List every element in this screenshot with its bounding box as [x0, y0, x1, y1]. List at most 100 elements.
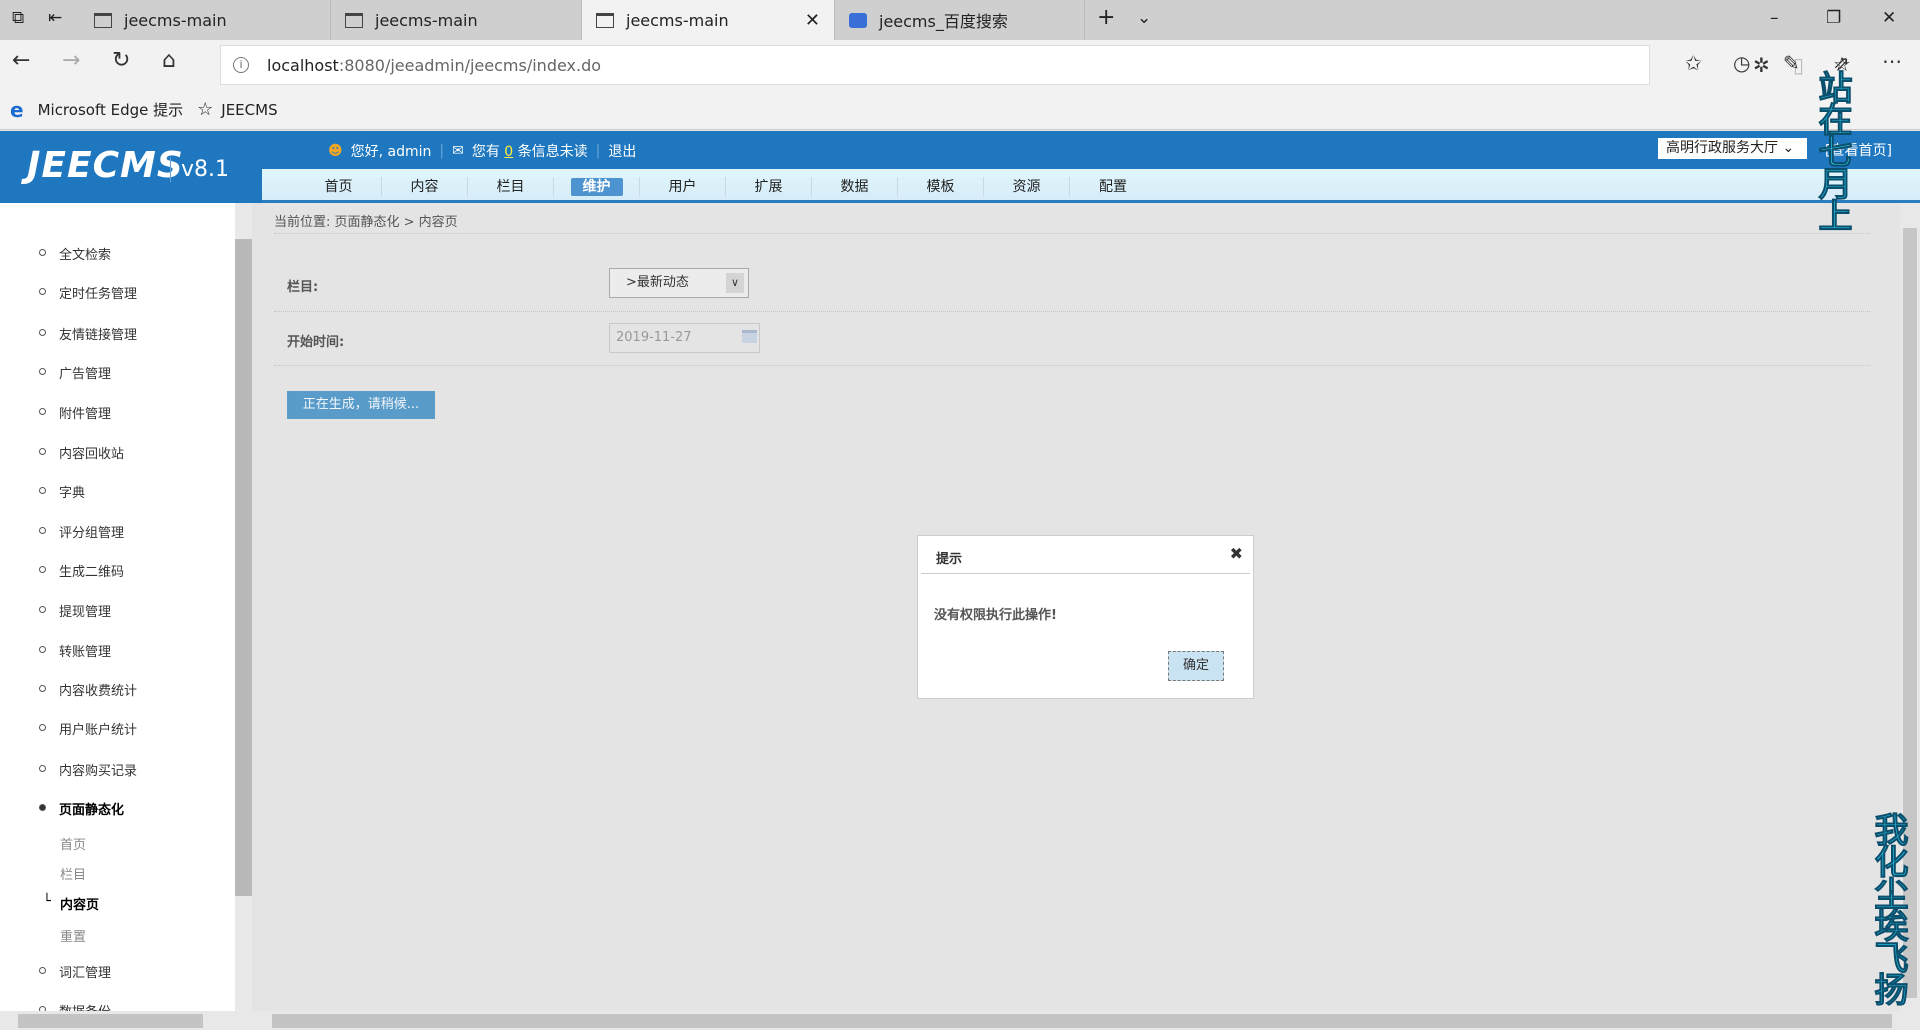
site-select[interactable]: 高明行政服务大厅 ⌄ [1658, 138, 1807, 159]
sidebar-subitem[interactable]: 栏目 [60, 864, 86, 883]
mail-icon: ✉ [452, 143, 464, 159]
start-time-input[interactable]: 2019-11-27 [609, 323, 760, 353]
sidebar-item-label: 生成二维码 [59, 565, 125, 580]
nav-data[interactable]: 数据 [812, 177, 898, 197]
bullet-icon [39, 606, 46, 613]
sidebar-item-label: 内容收费统计 [59, 684, 138, 699]
sidebar-item[interactable]: 数据备份 [39, 1001, 111, 1011]
sidebar-item[interactable]: 字典 [39, 482, 86, 501]
edge-icon: e [10, 97, 24, 122]
restore-icon[interactable]: ❐ [1826, 8, 1841, 28]
nav-maintain[interactable]: 维护 [554, 177, 640, 197]
horizontal-scrollbar[interactable] [0, 1011, 1920, 1030]
msg-suffix: 条信息未读 [517, 144, 588, 160]
sidebar-item[interactable]: 转账管理 [39, 641, 111, 660]
channel-select[interactable]: >最新动态 ∨ [609, 268, 749, 298]
sidebar: 全文检索定时任务管理 友情链接管理广告管理附件管理内容回收站字典评分组管理生成二维… [0, 203, 235, 1011]
sidebar-item[interactable]: 生成二维码 [39, 561, 125, 580]
nav-template[interactable]: 模板 [898, 177, 984, 197]
nav-resource[interactable]: 资源 [984, 177, 1070, 197]
browser-tab[interactable]: jeecms-main [331, 0, 582, 40]
favorite-item[interactable]: Microsoft Edge 提示 [38, 99, 184, 120]
favorites-icon[interactable]: ✩ [1685, 51, 1702, 75]
site-select-value: 高明行政服务大厅 [1666, 140, 1778, 156]
sidebar-item-label: 评分组管理 [59, 526, 125, 541]
browser-tab-bar: ⧉ ⇤ jeecms-main jeecms-main jeecms-main ✕… [0, 0, 1920, 40]
channel-label: 栏目: [287, 280, 319, 295]
bullet-icon [39, 527, 46, 534]
alert-dialog: 提示 ✖ 没有权限执行此操作! 确定 [917, 535, 1254, 699]
sidebar-item[interactable]: 评分组管理 [39, 522, 125, 541]
message-notice[interactable]: 您有 0 条信息未读 [472, 141, 588, 161]
forward-icon[interactable]: → [62, 48, 80, 73]
back-icon[interactable]: ← [12, 48, 30, 73]
desktop-lyric-overlay: 我化尘埃飞扬 [1868, 812, 1909, 1005]
browser-tab[interactable]: jeecms_百度搜索 [835, 0, 1085, 40]
user-icon: ☻ [328, 143, 343, 159]
browser-tab[interactable]: jeecms-main [80, 0, 331, 40]
new-tab-icon[interactable]: + [1097, 5, 1115, 30]
sidebar-item[interactable]: 词汇管理 [39, 962, 111, 981]
minimize-icon[interactable]: – [1770, 8, 1779, 28]
close-icon[interactable]: ✖ [1230, 544, 1243, 563]
sidebar-scrollbar[interactable] [235, 203, 252, 1011]
nav-home[interactable]: 首页 [296, 177, 382, 197]
calendar-icon[interactable] [742, 330, 757, 343]
version-label: v8.1 [170, 157, 229, 182]
sidebar-item-label: 字典 [59, 486, 86, 501]
sidebar-item-label: 附件管理 [59, 407, 112, 422]
bullet-icon [39, 408, 46, 415]
sidebar-item[interactable]: 页面静态化 [39, 799, 124, 818]
set-aside-tabs-icon[interactable]: ⇤ [48, 8, 62, 28]
sidebar-item[interactable]: 全文检索 [39, 244, 112, 263]
history-icon[interactable]: ◷ [1733, 51, 1750, 75]
url-path: :8080/jeeadmin/jeecms/index.do [338, 55, 602, 75]
bullet-icon [39, 288, 46, 295]
extension-icon[interactable]: ✲ [1753, 53, 1770, 77]
more-icon[interactable]: ⋯ [1882, 49, 1902, 73]
star-icon: ☆ [197, 99, 214, 120]
bullet-icon [39, 646, 46, 653]
cms-header: JEECMS v8.1 ☻ 您好, admin | ✉ 您有 0 条信息未读 |… [0, 131, 1920, 203]
pen-icon[interactable]: ✎ [1783, 51, 1800, 75]
sidebar-item[interactable]: 内容购买记录 [39, 760, 138, 779]
sidebar-item-label: 广告管理 [59, 367, 112, 382]
browser-tab-active[interactable]: jeecms-main ✕ [582, 0, 835, 40]
sidebar-item[interactable]: 广告管理 [39, 363, 112, 382]
sidebar-item[interactable]: 用户账户统计 [39, 719, 137, 738]
ok-button[interactable]: 确定 [1168, 651, 1224, 681]
sidebar-subitem[interactable]: 首页 [60, 834, 86, 853]
tab-list-chevron-icon[interactable]: ⌄ [1137, 8, 1151, 28]
sidebar-item[interactable]: 定时任务管理 [39, 283, 137, 302]
refresh-icon[interactable]: ↻ [112, 48, 130, 73]
sidebar-subitem[interactable]: 重置 [60, 926, 86, 945]
nav-extend[interactable]: 扩展 [726, 177, 812, 197]
tree-branch-icon: └ [43, 894, 51, 909]
sidebar-item[interactable]: 友情链接管理 [39, 324, 137, 343]
main-nav: 首页 内容 栏目 维护 用户 扩展 数据 模板 资源 配置 [262, 169, 1920, 203]
address-bar[interactable]: i localhost:8080/jeeadmin/jeecms/index.d… [220, 45, 1851, 85]
generate-button[interactable]: 正在生成，请稍候... [287, 391, 435, 419]
nav-config[interactable]: 配置 [1070, 177, 1156, 197]
sidebar-item[interactable]: 附件管理 [39, 403, 112, 422]
sidebar-item[interactable]: 内容回收站 [39, 443, 124, 462]
logout-link[interactable]: 退出 [608, 141, 636, 161]
close-window-icon[interactable]: ✕ [1882, 8, 1896, 28]
nav-channel[interactable]: 栏目 [468, 177, 554, 197]
sidebar-subitem[interactable]: └ 内容页 [43, 894, 99, 913]
tab-actions-icon[interactable]: ⧉ [12, 8, 24, 28]
close-tab-icon[interactable]: ✕ [805, 10, 820, 31]
msg-count[interactable]: 0 [504, 144, 513, 160]
sidebar-item-label: 全文检索 [59, 248, 112, 263]
sidebar-item[interactable]: 内容收费统计 [39, 680, 138, 699]
home-icon[interactable]: ⌂ [162, 48, 176, 73]
sidebar-item[interactable]: 提现管理 [39, 601, 111, 620]
nav-user[interactable]: 用户 [640, 177, 726, 197]
favorite-item[interactable]: JEECMS [221, 101, 277, 119]
nav-content[interactable]: 内容 [382, 177, 468, 197]
tab-label: jeecms-main [124, 10, 227, 30]
baidu-icon [849, 12, 867, 28]
sidebar-item-label: 内容购买记录 [59, 764, 138, 779]
bullet-icon [39, 329, 46, 336]
info-icon[interactable]: i [233, 57, 249, 73]
